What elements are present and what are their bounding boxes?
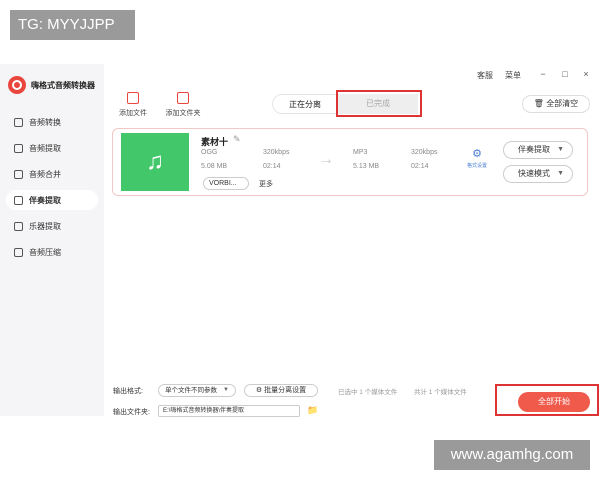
output-format-value: 单个文件不同参数 xyxy=(165,387,217,394)
speed-label: 快速模式 xyxy=(518,169,550,178)
output-duration: 02:14 xyxy=(411,163,429,170)
instrument-icon xyxy=(14,221,23,231)
app-name: 嗨格式音频转换器 xyxy=(31,80,95,90)
output-size: 5.13 MB xyxy=(353,163,380,170)
sidebar: 嗨格式音频转换器 音频转换 音频提取 音频合并 伴奏提取 乐器提取 音频压缩 xyxy=(0,64,104,416)
audio-convert-icon xyxy=(14,117,23,127)
selected-count-text: 已选中 1 个媒体文件 xyxy=(338,389,398,396)
app-window: 嗨格式音频转换器 音频转换 音频提取 音频合并 伴奏提取 乐器提取 音频压缩 客… xyxy=(0,64,600,417)
total-count-text: 共计 1 个媒体文件 xyxy=(414,389,467,396)
trash-icon: 🗑 xyxy=(533,99,544,108)
clear-all-button[interactable]: 🗑 全部清空 xyxy=(522,95,590,113)
settings-icon: ⚙ xyxy=(472,148,482,160)
more-link[interactable]: 更多 xyxy=(259,179,273,189)
highlight-box-start-all xyxy=(495,384,599,416)
maximize-button[interactable]: □ xyxy=(560,69,570,79)
mode-label: 伴奏提取 xyxy=(518,145,550,154)
folder-icon[interactable]: 📁 xyxy=(307,405,318,416)
input-bitrate: 320kbps xyxy=(263,149,290,156)
sidebar-item-label: 音频压缩 xyxy=(29,247,61,257)
file-card: ♫ 素材十 ✎ OGG 320kbps 5.08 MB 02:14 → MP3 … xyxy=(112,128,588,196)
arrow-right-icon: → xyxy=(318,151,334,168)
audio-compress-icon xyxy=(14,247,23,257)
chevron-down-icon: ▼ xyxy=(557,146,564,153)
chevron-down-icon: ▼ xyxy=(557,170,564,177)
sidebar-item-audio-extract[interactable]: 音频提取 xyxy=(6,138,98,158)
screenshot-canvas: TG: MYYJJPP 嗨格式音频转换器 音频转换 音频提取 音频合并 伴奏提取… xyxy=(0,0,600,480)
add-folder-icon xyxy=(177,92,189,104)
menu-link[interactable]: 菜单 xyxy=(505,70,521,81)
sidebar-item-audio-convert[interactable]: 音频转换 xyxy=(6,112,98,132)
watermark-top: TG: MYYJJPP xyxy=(10,10,135,40)
batch-settings-label: 批量分离设置 xyxy=(264,387,307,394)
app-logo-icon xyxy=(8,76,26,94)
sidebar-item-label: 音频合并 xyxy=(29,169,61,179)
audio-extract-icon xyxy=(14,143,23,153)
edit-icon[interactable]: ✎ xyxy=(233,134,241,145)
input-size: 5.08 MB xyxy=(201,163,228,170)
titlebar: 客服 菜单 − □ × xyxy=(104,64,600,84)
output-format: MP3 xyxy=(353,149,368,156)
speed-select[interactable]: 快速模式 ▼ xyxy=(503,165,573,183)
sidebar-item-label: 音频转换 xyxy=(29,117,61,127)
add-folder-button[interactable]: 添加文件夹 xyxy=(161,92,205,118)
highlight-box-completed xyxy=(336,90,422,117)
chevron-down-icon: ▼ xyxy=(223,387,229,393)
output-format-select[interactable]: 单个文件不同参数 ▼ xyxy=(158,384,236,397)
audio-merge-icon xyxy=(14,169,23,179)
sidebar-item-instrument-extract[interactable]: 乐器提取 xyxy=(6,216,98,236)
sidebar-item-label: 伴奏提取 xyxy=(29,195,61,205)
mode-select[interactable]: 伴奏提取 ▼ xyxy=(503,141,573,159)
add-folder-label: 添加文件夹 xyxy=(165,110,201,117)
watermark-bottom: www.agamhg.com xyxy=(434,440,590,470)
app-logo-row: 嗨格式音频转换器 xyxy=(8,76,95,94)
accompaniment-icon xyxy=(14,195,23,205)
minimize-button[interactable]: − xyxy=(538,69,548,79)
codec-select[interactable]: VORBI... xyxy=(203,177,249,190)
add-file-icon xyxy=(127,92,139,104)
add-file-button[interactable]: 添加文件 xyxy=(111,92,155,118)
clear-all-label: 全部清空 xyxy=(546,99,579,108)
file-name: 素材十 xyxy=(201,137,229,147)
sidebar-item-audio-merge[interactable]: 音频合并 xyxy=(6,164,98,184)
sidebar-item-label: 乐器提取 xyxy=(29,221,61,231)
output-bitrate: 320kbps xyxy=(411,149,438,156)
batch-separate-settings-button[interactable]: ⚙ 批量分离设置 xyxy=(244,384,318,397)
music-thumbnail-icon: ♫ xyxy=(121,133,189,191)
settings-icon: ⚙ xyxy=(255,387,263,394)
sidebar-item-label: 音频提取 xyxy=(29,143,61,153)
output-format-label: 输出格式: xyxy=(113,388,143,395)
sidebar-item-audio-compress[interactable]: 音频压缩 xyxy=(6,242,98,262)
output-folder-label: 输出文件夹: xyxy=(113,409,150,416)
tab-separating[interactable]: 正在分离 xyxy=(272,94,338,114)
add-file-label: 添加文件 xyxy=(119,110,147,117)
output-folder-path[interactable]: E:\嗨格式音频转换器\伴奏提取 xyxy=(158,405,300,417)
input-format: OGG xyxy=(201,149,218,156)
close-button[interactable]: × xyxy=(581,69,591,79)
output-settings-label: 格式设置 xyxy=(466,163,487,169)
sidebar-nav: 音频转换 音频提取 音频合并 伴奏提取 乐器提取 音频压缩 xyxy=(6,112,98,268)
customer-service-link[interactable]: 客服 xyxy=(477,70,493,81)
sidebar-item-accompaniment-extract[interactable]: 伴奏提取 xyxy=(6,190,98,210)
input-duration: 02:14 xyxy=(263,163,281,170)
output-settings-button[interactable]: ⚙ 格式设置 xyxy=(465,147,489,169)
